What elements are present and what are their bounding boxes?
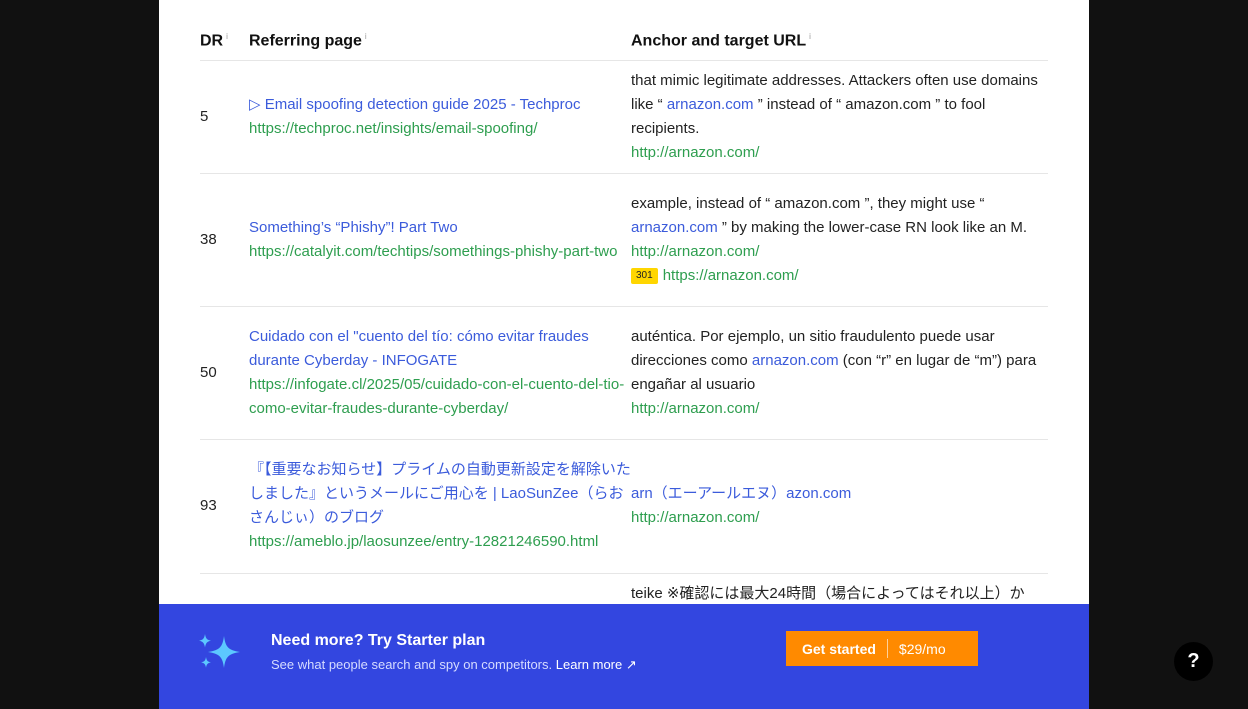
anchor-link[interactable]: arnazon.com xyxy=(752,352,839,369)
info-icon[interactable]: i xyxy=(226,32,228,41)
header-anchor-target[interactable]: Anchor and target URL i xyxy=(631,22,1048,61)
target-url-link[interactable]: http://arnazon.com/ xyxy=(631,506,1048,530)
table-row: 50 Cuidado con el "cuento del tío: cómo … xyxy=(200,306,1048,440)
upgrade-banner: Need more? Try Starter plan See what peo… xyxy=(159,604,1089,709)
sparkles-icon xyxy=(199,634,240,668)
anchor-context-before: teike ※確認には最大24時間（場合によってはそれ以上）か xyxy=(631,584,1025,602)
target-url-link[interactable]: http://arnazon.com/ xyxy=(631,141,1048,165)
referring-page-title-link[interactable]: Something’s “Phishy”! Part Two xyxy=(249,216,631,240)
referring-page-url-link[interactable]: https://catalyit.com/techtips/somethings… xyxy=(249,240,631,264)
anchor-link[interactable]: arnazon.com xyxy=(631,219,718,236)
info-icon[interactable]: i xyxy=(809,32,811,41)
banner-subtitle: See what people search and spy on compet… xyxy=(271,657,553,672)
referring-page-cell: 『【重要なお知らせ】プライムの自動更新設定を解除いたしました』というメールにご用… xyxy=(249,439,631,574)
redirect-url-link[interactable]: https://arnazon.com/ xyxy=(663,267,799,284)
anchor-context-before: example, instead of “ amazon.com ”, they… xyxy=(631,194,985,212)
banner-title: Need more? Try Starter plan xyxy=(271,632,486,649)
referring-page-title-link[interactable]: Cuidado con el "cuento del tío: cómo evi… xyxy=(249,325,631,373)
help-icon: ? xyxy=(1187,650,1200,672)
referring-page-url-link[interactable]: https://infogate.cl/2025/05/cuidado-con-… xyxy=(249,373,631,421)
cta-label: Get started xyxy=(802,640,876,657)
table-header-row: DR i Referring page i Anchor and target UR… xyxy=(200,22,1048,61)
help-button[interactable]: ? xyxy=(1174,642,1213,681)
referring-page-title-link[interactable]: 『【重要なお知らせ】プライムの自動更新設定を解除いたしました』というメールにご用… xyxy=(249,458,631,530)
anchor-link[interactable]: arnazon.com xyxy=(667,96,754,113)
referring-page-cell: Cuidado con el "cuento del tío: cómo evi… xyxy=(249,306,631,440)
dr-cell: 93 xyxy=(200,439,249,574)
backlinks-panel: DR i Referring page i Anchor and target UR… xyxy=(159,0,1089,709)
anchor-cell: auténtica. Por ejemplo, un sitio fraudul… xyxy=(631,306,1048,440)
backlinks-table: DR i Referring page i Anchor and target UR… xyxy=(200,22,1048,634)
referring-page-url-link[interactable]: https://techproc.net/insights/email-spoo… xyxy=(249,117,631,141)
dr-cell: 50 xyxy=(200,306,249,440)
referring-page-cell: ▷ Email spoofing detection guide 2025 - … xyxy=(249,60,631,174)
header-dr[interactable]: DR i xyxy=(200,22,249,61)
dr-cell: 38 xyxy=(200,173,249,307)
header-referring-page[interactable]: Referring page i xyxy=(249,22,631,61)
referring-page-url-link[interactable]: https://ameblo.jp/laosunzee/entry-128212… xyxy=(249,530,631,554)
table-row: 93 『【重要なお知らせ】プライムの自動更新設定を解除いたしました』というメール… xyxy=(200,439,1048,574)
get-started-button[interactable]: Get started $29/mo xyxy=(786,631,978,666)
target-url-link[interactable]: http://arnazon.com/ xyxy=(631,240,1048,264)
table-row: 5 ▷ Email spoofing detection guide 2025 … xyxy=(200,60,1048,174)
anchor-cell: that mimic legitimate addresses. Attacke… xyxy=(631,60,1048,174)
cta-price: $29/mo xyxy=(898,640,946,657)
target-url-link[interactable]: http://arnazon.com/ xyxy=(631,397,1048,421)
learn-more-link[interactable]: Learn more ↗ xyxy=(556,657,637,672)
table-row: 38 Something’s “Phishy”! Part Two https:… xyxy=(200,173,1048,307)
redirect-status-badge: 301 xyxy=(631,267,658,284)
info-icon[interactable]: i xyxy=(365,32,367,41)
banner-subtitle-line: See what people search and spy on compet… xyxy=(271,657,637,673)
anchor-context-after: ” by making the lower-case RN look like … xyxy=(717,218,1027,236)
dr-cell: 5 xyxy=(200,60,249,174)
redirect-line: 301 https://arnazon.com/ xyxy=(631,264,1048,288)
referring-page-title-link[interactable]: ▷ Email spoofing detection guide 2025 - … xyxy=(249,93,631,117)
referring-page-cell: Something’s “Phishy”! Part Two https://c… xyxy=(249,173,631,307)
anchor-cell: example, instead of “ amazon.com ”, they… xyxy=(631,173,1048,307)
anchor-link[interactable]: arn（エーアールエヌ）azon.com xyxy=(631,485,851,502)
anchor-cell: arn（エーアールエヌ）azon.com http://arnazon.com/ xyxy=(631,439,1048,574)
